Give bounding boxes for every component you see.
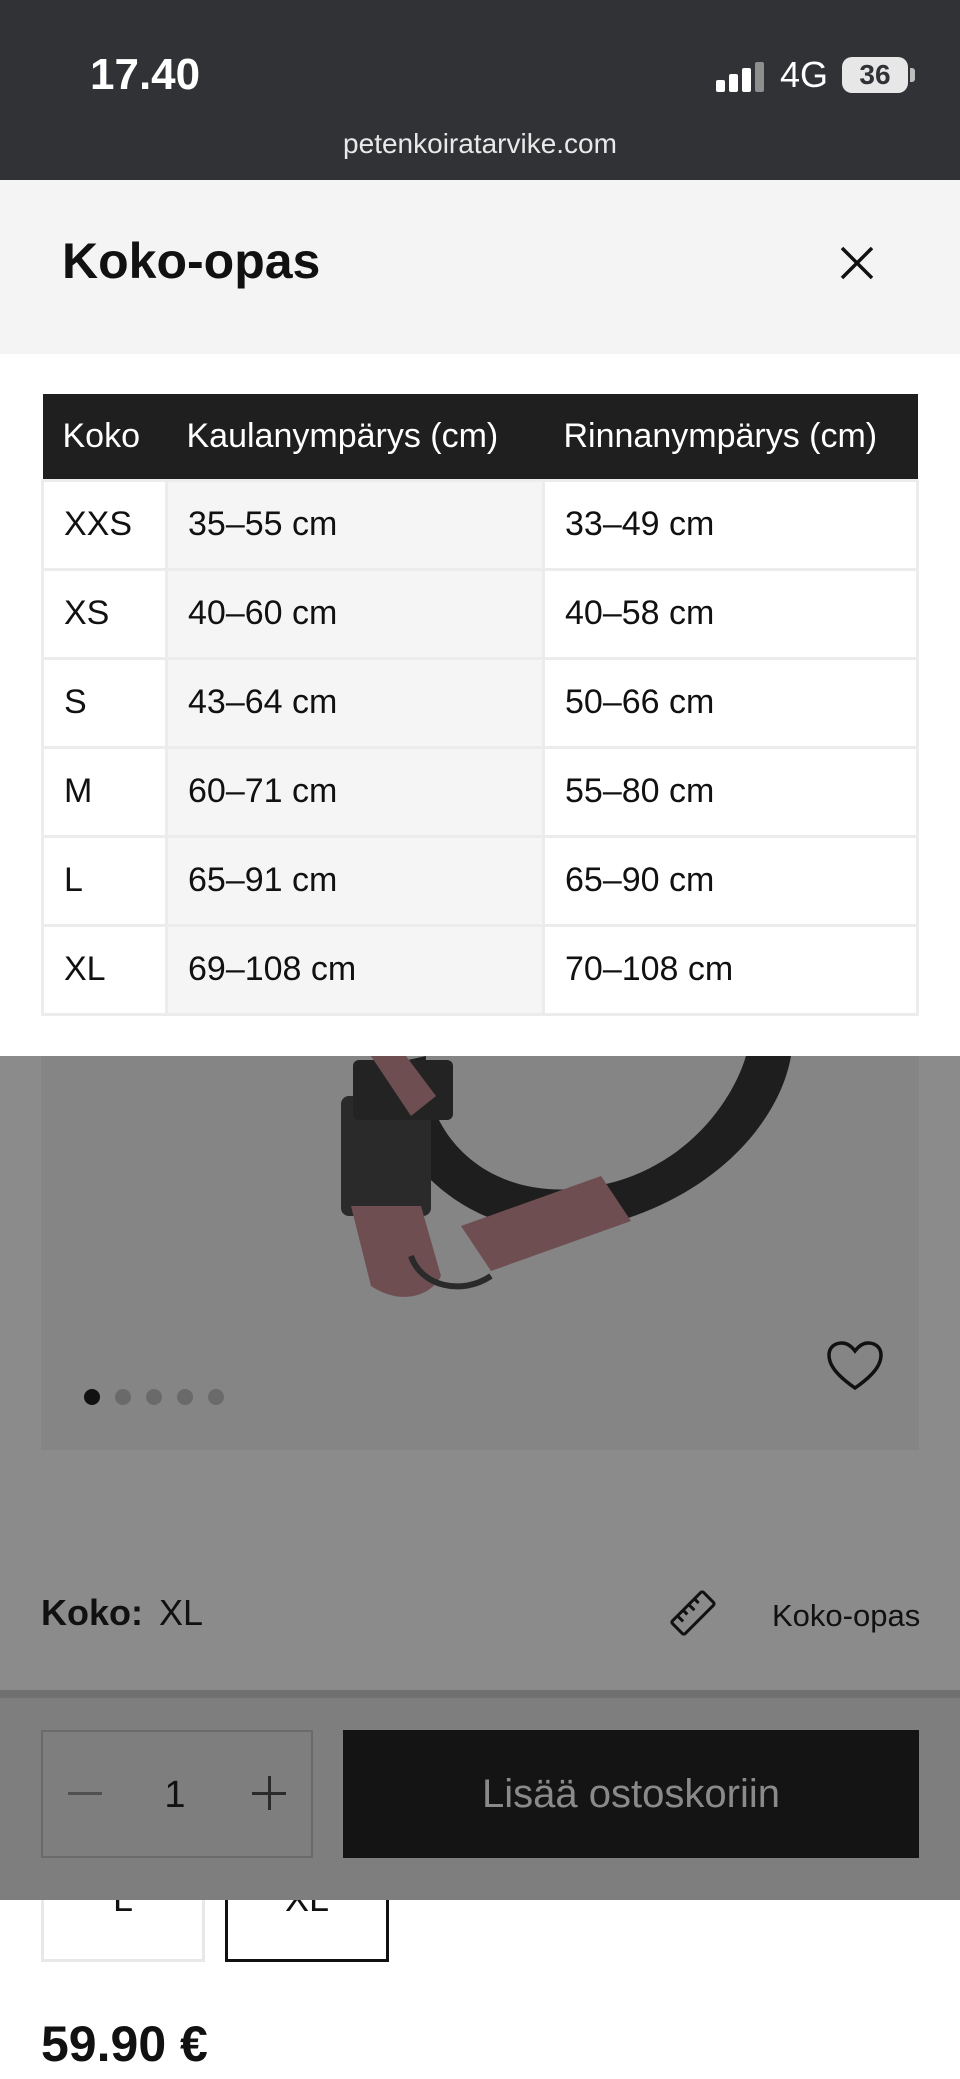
cell-chest: 50–66 cm	[542, 656, 919, 749]
carousel-dot[interactable]	[208, 1389, 224, 1405]
cell-chest: 65–90 cm	[542, 834, 919, 927]
cell-neck: 43–64 cm	[165, 656, 545, 749]
heart-icon[interactable]	[826, 1340, 884, 1392]
signal-icon	[716, 62, 766, 92]
modal-title: Koko-opas	[62, 233, 321, 289]
status-time: 17.40	[90, 50, 201, 99]
table-row: M 60–71 cm 55–80 cm	[41, 745, 919, 838]
battery-tip	[910, 68, 915, 82]
network-type: 4G	[780, 54, 829, 95]
size-value: XL	[159, 1592, 204, 1633]
cell-chest: 55–80 cm	[542, 745, 919, 838]
size-option-l[interactable]: L	[41, 1900, 205, 1962]
cell-neck: 65–91 cm	[165, 834, 545, 927]
cell-size: XL	[41, 923, 168, 1016]
cell-size: M	[41, 745, 168, 838]
product-price: 59.90 €	[41, 2016, 208, 2072]
add-to-cart-button[interactable]: Lisää ostoskoriin	[343, 1730, 919, 1858]
plus-icon[interactable]	[252, 1776, 286, 1810]
battery-icon: 36	[842, 57, 908, 93]
cell-size: S	[41, 656, 168, 749]
cell-chest: 70–108 cm	[542, 923, 919, 1016]
cell-neck: 60–71 cm	[165, 745, 545, 838]
table-row: XL 69–108 cm 70–108 cm	[41, 923, 919, 1016]
header-chest: Rinnanympärys (cm)	[543, 394, 918, 480]
cell-size: L	[41, 834, 168, 927]
cell-chest: 40–58 cm	[542, 567, 919, 660]
product-image[interactable]	[41, 1056, 919, 1450]
close-icon[interactable]	[832, 238, 882, 288]
carousel-dot[interactable]	[146, 1389, 162, 1405]
cell-size: XXS	[41, 478, 168, 571]
size-selector-label: Koko: XL	[41, 1592, 203, 1634]
carousel-dot[interactable]	[177, 1389, 193, 1405]
quantity-value[interactable]: 1	[0, 1774, 350, 1817]
table-row: S 43–64 cm 50–66 cm	[41, 656, 919, 749]
modal-body: Koko Kaulanympärys (cm) Rinnanympärys (c…	[0, 354, 960, 1056]
ruler-icon[interactable]	[668, 1588, 718, 1638]
table-row: XXS 35–55 cm 33–49 cm	[41, 478, 919, 571]
header-neck: Kaulanympärys (cm)	[166, 394, 544, 480]
size-guide-link[interactable]: Koko-opas	[772, 1598, 920, 1634]
carousel-dot[interactable]	[115, 1389, 131, 1405]
cell-neck: 69–108 cm	[165, 923, 545, 1016]
size-option-xl[interactable]: XL	[225, 1900, 389, 1962]
cell-neck: 40–60 cm	[165, 567, 545, 660]
size-option-label: L	[44, 1900, 202, 1920]
modal-header: Koko-opas	[0, 180, 960, 354]
table-row: L 65–91 cm 65–90 cm	[41, 834, 919, 927]
address-bar-url[interactable]: petenkoiratarvike.com	[0, 128, 960, 160]
header-size: Koko	[42, 394, 167, 480]
table-header-row: Koko Kaulanympärys (cm) Rinnanympärys (c…	[42, 394, 918, 480]
table-row: XS 40–60 cm 40–58 cm	[41, 567, 919, 660]
sticky-bar-divider	[0, 1690, 960, 1698]
cell-neck: 35–55 cm	[165, 478, 545, 571]
cell-size: XS	[41, 567, 168, 660]
size-option-label: XL	[228, 1900, 386, 1920]
size-guide-table: Koko Kaulanympärys (cm) Rinnanympärys (c…	[41, 394, 919, 1016]
size-label: Koko:	[41, 1592, 143, 1633]
status-bar: 17.40 4G 36 petenkoiratarvike.com	[0, 0, 960, 180]
cell-chest: 33–49 cm	[542, 478, 919, 571]
carousel-dot[interactable]	[84, 1389, 100, 1405]
